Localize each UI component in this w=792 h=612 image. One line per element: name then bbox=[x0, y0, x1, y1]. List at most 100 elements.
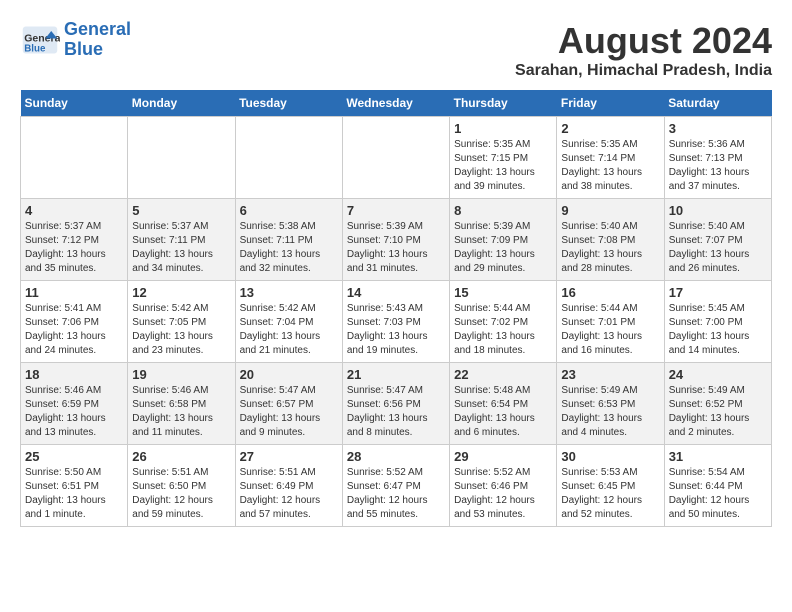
day-number: 19 bbox=[132, 367, 230, 382]
calendar-cell bbox=[342, 117, 449, 199]
day-number: 13 bbox=[240, 285, 338, 300]
day-number: 15 bbox=[454, 285, 552, 300]
day-info: Sunrise: 5:52 AM Sunset: 6:47 PM Dayligh… bbox=[347, 466, 445, 522]
page-header: General Blue General Blue August 2024 Sa… bbox=[20, 20, 772, 80]
day-info: Sunrise: 5:49 AM Sunset: 6:53 PM Dayligh… bbox=[561, 384, 659, 440]
day-info: Sunrise: 5:37 AM Sunset: 7:11 PM Dayligh… bbox=[132, 220, 230, 276]
day-info: Sunrise: 5:48 AM Sunset: 6:54 PM Dayligh… bbox=[454, 384, 552, 440]
title-block: August 2024 Sarahan, Himachal Pradesh, I… bbox=[515, 20, 772, 80]
day-number: 16 bbox=[561, 285, 659, 300]
calendar-cell: 2Sunrise: 5:35 AM Sunset: 7:14 PM Daylig… bbox=[557, 117, 664, 199]
calendar-cell: 23 Sunrise: 5:49 AM Sunset: 6:53 PM Dayli… bbox=[557, 363, 664, 445]
calendar-cell: 15 Sunrise: 5:44 AM Sunset: 7:02 PM Dayli… bbox=[450, 281, 557, 363]
day-info: Sunrise: 5:54 AM Sunset: 6:44 PM Dayligh… bbox=[669, 466, 767, 522]
calendar-cell: 25 Sunrise: 5:50 AM Sunset: 6:51 PM Dayli… bbox=[21, 445, 128, 527]
day-number: 4 bbox=[25, 203, 123, 218]
calendar-cell: 18 Sunrise: 5:46 AM Sunset: 6:59 PM Dayli… bbox=[21, 363, 128, 445]
day-info: Sunrise: 5:38 AM Sunset: 7:11 PM Dayligh… bbox=[240, 220, 338, 276]
calendar-cell: 14 Sunrise: 5:43 AM Sunset: 7:03 PM Dayli… bbox=[342, 281, 449, 363]
calendar-cell: 11 Sunrise: 5:41 AM Sunset: 7:06 PM Dayli… bbox=[21, 281, 128, 363]
calendar-cell: 13 Sunrise: 5:42 AM Sunset: 7:04 PM Dayli… bbox=[235, 281, 342, 363]
day-number: 30 bbox=[561, 449, 659, 464]
calendar-cell: 10Sunrise: 5:40 AM Sunset: 7:07 PM Dayli… bbox=[664, 199, 771, 281]
col-header-monday: Monday bbox=[128, 90, 235, 117]
calendar-cell: 12Sunrise: 5:42 AM Sunset: 7:05 PM Dayli… bbox=[128, 281, 235, 363]
calendar-cell bbox=[128, 117, 235, 199]
calendar-cell: 5Sunrise: 5:37 AM Sunset: 7:11 PM Daylig… bbox=[128, 199, 235, 281]
day-info: Sunrise: 5:42 AM Sunset: 7:04 PM Dayligh… bbox=[240, 302, 338, 358]
calendar-week-row: 1Sunrise: 5:35 AM Sunset: 7:15 PM Daylig… bbox=[21, 117, 772, 199]
col-header-thursday: Thursday bbox=[450, 90, 557, 117]
day-number: 27 bbox=[240, 449, 338, 464]
calendar-cell: 29 Sunrise: 5:52 AM Sunset: 6:46 PM Dayli… bbox=[450, 445, 557, 527]
day-number: 12 bbox=[132, 285, 230, 300]
calendar-cell: 9Sunrise: 5:40 AM Sunset: 7:08 PM Daylig… bbox=[557, 199, 664, 281]
calendar-cell: 27 Sunrise: 5:51 AM Sunset: 6:49 PM Dayli… bbox=[235, 445, 342, 527]
day-number: 31 bbox=[669, 449, 767, 464]
day-number: 6 bbox=[240, 203, 338, 218]
day-info: Sunrise: 5:35 AM Sunset: 7:14 PM Dayligh… bbox=[561, 138, 659, 194]
day-info: Sunrise: 5:52 AM Sunset: 6:46 PM Dayligh… bbox=[454, 466, 552, 522]
col-header-saturday: Saturday bbox=[664, 90, 771, 117]
col-header-tuesday: Tuesday bbox=[235, 90, 342, 117]
day-info: Sunrise: 5:50 AM Sunset: 6:51 PM Dayligh… bbox=[25, 466, 123, 522]
day-number: 23 bbox=[561, 367, 659, 382]
day-number: 29 bbox=[454, 449, 552, 464]
calendar-cell: 20 Sunrise: 5:47 AM Sunset: 6:57 PM Dayli… bbox=[235, 363, 342, 445]
day-number: 8 bbox=[454, 203, 552, 218]
day-info: Sunrise: 5:46 AM Sunset: 6:58 PM Dayligh… bbox=[132, 384, 230, 440]
calendar-header-row: SundayMondayTuesdayWednesdayThursdayFrid… bbox=[21, 90, 772, 117]
calendar-week-row: 11 Sunrise: 5:41 AM Sunset: 7:06 PM Dayli… bbox=[21, 281, 772, 363]
calendar-cell: 4Sunrise: 5:37 AM Sunset: 7:12 PM Daylig… bbox=[21, 199, 128, 281]
day-info: Sunrise: 5:39 AM Sunset: 7:10 PM Dayligh… bbox=[347, 220, 445, 276]
calendar-cell bbox=[21, 117, 128, 199]
day-info: Sunrise: 5:53 AM Sunset: 6:45 PM Dayligh… bbox=[561, 466, 659, 522]
day-number: 3 bbox=[669, 121, 767, 136]
logo-icon: General Blue bbox=[20, 25, 60, 55]
day-number: 28 bbox=[347, 449, 445, 464]
calendar-cell bbox=[235, 117, 342, 199]
day-info: Sunrise: 5:45 AM Sunset: 7:00 PM Dayligh… bbox=[669, 302, 767, 358]
day-info: Sunrise: 5:51 AM Sunset: 6:49 PM Dayligh… bbox=[240, 466, 338, 522]
calendar-cell: 28 Sunrise: 5:52 AM Sunset: 6:47 PM Dayli… bbox=[342, 445, 449, 527]
day-info: Sunrise: 5:47 AM Sunset: 6:57 PM Dayligh… bbox=[240, 384, 338, 440]
logo-text: General Blue bbox=[64, 20, 131, 60]
calendar-cell: 3 Sunrise: 5:36 AM Sunset: 7:13 PM Daylig… bbox=[664, 117, 771, 199]
calendar-cell: 1Sunrise: 5:35 AM Sunset: 7:15 PM Daylig… bbox=[450, 117, 557, 199]
calendar-week-row: 4Sunrise: 5:37 AM Sunset: 7:12 PM Daylig… bbox=[21, 199, 772, 281]
calendar-table: SundayMondayTuesdayWednesdayThursdayFrid… bbox=[20, 90, 772, 527]
day-info: Sunrise: 5:39 AM Sunset: 7:09 PM Dayligh… bbox=[454, 220, 552, 276]
col-header-wednesday: Wednesday bbox=[342, 90, 449, 117]
day-number: 10 bbox=[669, 203, 767, 218]
day-info: Sunrise: 5:43 AM Sunset: 7:03 PM Dayligh… bbox=[347, 302, 445, 358]
calendar-cell: 8 Sunrise: 5:39 AM Sunset: 7:09 PM Daylig… bbox=[450, 199, 557, 281]
day-number: 17 bbox=[669, 285, 767, 300]
day-number: 18 bbox=[25, 367, 123, 382]
calendar-cell: 30 Sunrise: 5:53 AM Sunset: 6:45 PM Dayli… bbox=[557, 445, 664, 527]
day-number: 26 bbox=[132, 449, 230, 464]
day-number: 14 bbox=[347, 285, 445, 300]
calendar-cell: 24 Sunrise: 5:49 AM Sunset: 6:52 PM Dayli… bbox=[664, 363, 771, 445]
col-header-friday: Friday bbox=[557, 90, 664, 117]
logo: General Blue General Blue bbox=[20, 20, 131, 60]
calendar-week-row: 25 Sunrise: 5:50 AM Sunset: 6:51 PM Dayli… bbox=[21, 445, 772, 527]
calendar-cell: 7Sunrise: 5:39 AM Sunset: 7:10 PM Daylig… bbox=[342, 199, 449, 281]
day-number: 11 bbox=[25, 285, 123, 300]
day-number: 22 bbox=[454, 367, 552, 382]
calendar-cell: 21 Sunrise: 5:47 AM Sunset: 6:56 PM Dayli… bbox=[342, 363, 449, 445]
calendar-cell: 19 Sunrise: 5:46 AM Sunset: 6:58 PM Dayli… bbox=[128, 363, 235, 445]
day-number: 25 bbox=[25, 449, 123, 464]
day-number: 24 bbox=[669, 367, 767, 382]
day-info: Sunrise: 5:44 AM Sunset: 7:02 PM Dayligh… bbox=[454, 302, 552, 358]
location-title: Sarahan, Himachal Pradesh, India bbox=[515, 62, 772, 80]
day-info: Sunrise: 5:47 AM Sunset: 6:56 PM Dayligh… bbox=[347, 384, 445, 440]
calendar-cell: 16Sunrise: 5:44 AM Sunset: 7:01 PM Dayli… bbox=[557, 281, 664, 363]
day-info: Sunrise: 5:49 AM Sunset: 6:52 PM Dayligh… bbox=[669, 384, 767, 440]
day-number: 21 bbox=[347, 367, 445, 382]
day-number: 20 bbox=[240, 367, 338, 382]
day-info: Sunrise: 5:46 AM Sunset: 6:59 PM Dayligh… bbox=[25, 384, 123, 440]
day-info: Sunrise: 5:36 AM Sunset: 7:13 PM Dayligh… bbox=[669, 138, 767, 194]
calendar-cell: 31 Sunrise: 5:54 AM Sunset: 6:44 PM Dayli… bbox=[664, 445, 771, 527]
calendar-week-row: 18 Sunrise: 5:46 AM Sunset: 6:59 PM Dayli… bbox=[21, 363, 772, 445]
day-info: Sunrise: 5:41 AM Sunset: 7:06 PM Dayligh… bbox=[25, 302, 123, 358]
